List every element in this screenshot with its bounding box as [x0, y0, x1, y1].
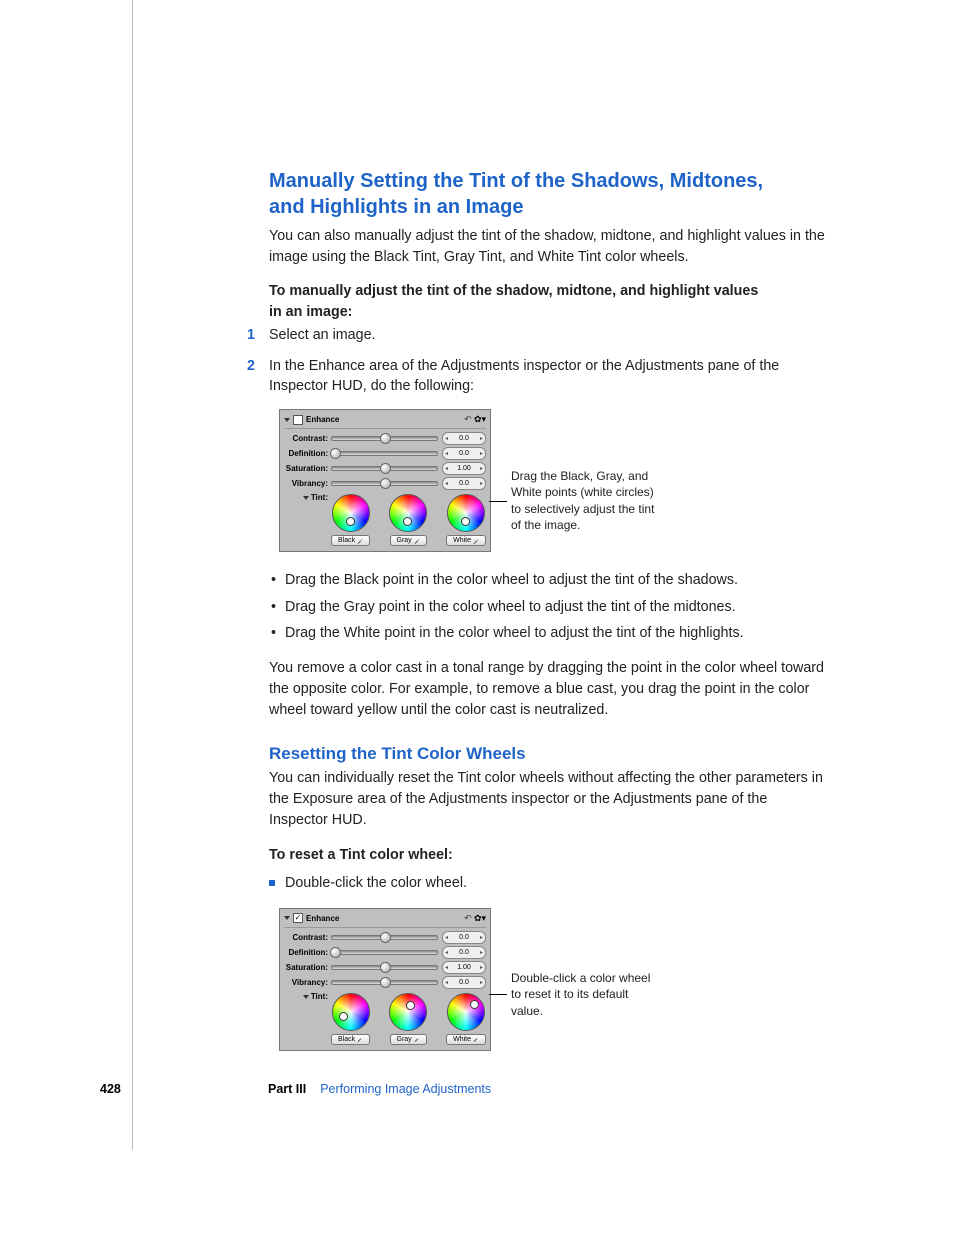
vibrancy-value[interactable]: ◂0.0▸ [442, 976, 486, 989]
black-eyedropper-button[interactable]: Black [331, 1034, 370, 1045]
contrast-value[interactable]: ◂0.0▸ [442, 432, 486, 445]
bullet-black: Drag the Black point in the color wheel … [269, 570, 829, 591]
vibrancy-row: Vibrancy: ◂0.0▸ [284, 477, 486, 490]
eyedropper-icon [473, 1036, 479, 1042]
task1-steps: 1 Select an image. 2 In the Enhance area… [269, 325, 829, 397]
white-tint-wheel[interactable] [447, 993, 485, 1031]
step-1: 1 Select an image. [269, 325, 829, 346]
subsection-heading: Resetting the Tint Color Wheels [269, 744, 829, 764]
remove-cast-paragraph: You remove a color cast in a tonal range… [269, 658, 829, 720]
panel-header: Enhance ↶ ✿▾ [284, 912, 486, 928]
tint-disclosure-icon[interactable] [303, 496, 309, 500]
page-number: 428 [100, 1082, 268, 1096]
step-text: In the Enhance area of the Adjustments i… [269, 358, 779, 395]
chapter-label: Performing Image Adjustments [320, 1082, 491, 1096]
black-eyedropper-button[interactable]: Black [331, 535, 370, 546]
step-2: 2 In the Enhance area of the Adjustments… [269, 356, 829, 397]
bullet-gray: Drag the Gray point in the color wheel t… [269, 597, 829, 618]
panel-title: Enhance [306, 415, 339, 424]
disclosure-triangle-icon[interactable] [284, 418, 290, 422]
saturation-slider[interactable] [331, 965, 438, 970]
black-tint-wheel[interactable] [332, 993, 370, 1031]
enhance-checkbox[interactable] [293, 415, 303, 425]
white-eyedropper-button[interactable]: White [446, 1034, 486, 1045]
tint-label: Tint: [311, 493, 328, 502]
bullet-white: Drag the White point in the color wheel … [269, 623, 829, 644]
contrast-row: Contrast: ◂0.0▸ [284, 432, 486, 445]
eyedropper-icon [473, 538, 479, 544]
saturation-label: Saturation: [284, 464, 331, 473]
definition-value[interactable]: ◂0.0▸ [442, 447, 486, 460]
definition-value[interactable]: ◂0.0▸ [442, 946, 486, 959]
contrast-slider[interactable] [331, 935, 438, 940]
figure-1: Enhance ↶ ✿▾ Contrast: ◂0.0▸ Definition:… [279, 409, 829, 552]
heading-line2: and Highlights in an Image [269, 196, 523, 218]
panel-header: Enhance ↶ ✿▾ [284, 413, 486, 429]
gray-eyedropper-button[interactable]: Gray [390, 535, 427, 546]
definition-slider[interactable] [331, 451, 438, 456]
gray-eyedropper-button[interactable]: Gray [390, 1034, 427, 1045]
reset-icon[interactable]: ↶ [464, 414, 472, 424]
eyedropper-icon [357, 1036, 363, 1042]
contrast-label: Contrast: [284, 434, 331, 443]
sub-bullets: Drag the Black point in the color wheel … [269, 570, 829, 644]
part-label: Part III [268, 1082, 306, 1096]
step-number: 1 [247, 325, 255, 346]
definition-row: Definition: ◂0.0▸ [284, 447, 486, 460]
disclosure-triangle-icon[interactable] [284, 916, 290, 920]
contrast-value[interactable]: ◂0.0▸ [442, 931, 486, 944]
heading-line1: Manually Setting the Tint of the Shadows… [269, 170, 763, 192]
saturation-value[interactable]: ◂1.00▸ [442, 462, 486, 475]
figure1-callout: Drag the Black, Gray, and White points (… [491, 468, 661, 533]
gray-tint-wheel[interactable] [389, 993, 427, 1031]
step-number: 2 [247, 356, 255, 377]
figure-2: Enhance ↶ ✿▾ Contrast:◂0.0▸ Definition:◂… [279, 908, 829, 1051]
vibrancy-slider[interactable] [331, 481, 438, 486]
main-content: Manually Setting the Tint of the Shadows… [269, 168, 829, 1069]
white-eyedropper-button[interactable]: White [446, 535, 486, 546]
black-tint-wheel[interactable] [332, 494, 370, 532]
saturation-slider[interactable] [331, 466, 438, 471]
margin-rule [132, 0, 133, 1150]
saturation-value[interactable]: ◂1.00▸ [442, 961, 486, 974]
enhance-panel-2: Enhance ↶ ✿▾ Contrast:◂0.0▸ Definition:◂… [279, 908, 491, 1051]
tint-disclosure-icon[interactable] [303, 995, 309, 999]
panel-title: Enhance [306, 914, 339, 923]
enhance-checkbox[interactable] [293, 913, 303, 923]
intro-paragraph: You can also manually adjust the tint of… [269, 226, 829, 267]
page-footer: 428 Part III Performing Image Adjustment… [100, 1082, 800, 1096]
eyedropper-icon [357, 538, 363, 544]
task2-step: Double-click the color wheel. [269, 873, 829, 894]
eyedropper-icon [414, 538, 420, 544]
figure2-callout: Double-click a color wheel to reset it t… [491, 970, 661, 1019]
gear-icon[interactable]: ✿▾ [474, 414, 486, 424]
vibrancy-value[interactable]: ◂0.0▸ [442, 477, 486, 490]
definition-slider[interactable] [331, 950, 438, 955]
vibrancy-label: Vibrancy: [284, 479, 331, 488]
task1-intro: To manually adjust the tint of the shado… [269, 281, 829, 322]
reset-icon[interactable]: ↶ [464, 913, 472, 923]
task2-intro: To reset a Tint color wheel: [269, 845, 829, 866]
saturation-row: Saturation: ◂1.00▸ [284, 462, 486, 475]
definition-label: Definition: [284, 449, 331, 458]
reset-intro-paragraph: You can individually reset the Tint colo… [269, 768, 829, 830]
task2-steps: Double-click the color wheel. [269, 873, 829, 894]
gray-tint-wheel[interactable] [389, 494, 427, 532]
white-tint-wheel[interactable] [447, 494, 485, 532]
vibrancy-slider[interactable] [331, 980, 438, 985]
step-text: Select an image. [269, 327, 376, 343]
tint-row: Tint: Black Gray White [284, 492, 486, 546]
enhance-panel: Enhance ↶ ✿▾ Contrast: ◂0.0▸ Definition:… [279, 409, 491, 552]
contrast-slider[interactable] [331, 436, 438, 441]
gear-icon[interactable]: ✿▾ [474, 913, 486, 923]
eyedropper-icon [414, 1036, 420, 1042]
section-heading: Manually Setting the Tint of the Shadows… [269, 168, 829, 220]
